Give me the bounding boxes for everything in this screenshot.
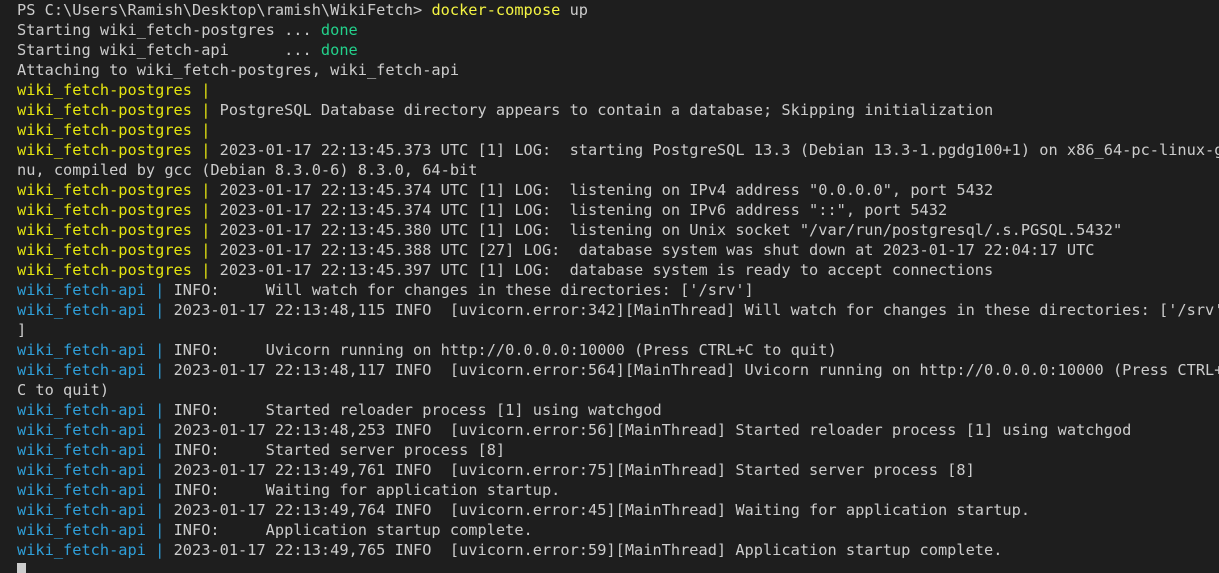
log-line: wiki_fetch-postgres | 2023-01-17 22:13:4…	[17, 200, 1219, 220]
log-service-prefix: wiki_fetch-api |	[17, 401, 165, 419]
log-line: wiki_fetch-api | INFO: Application start…	[17, 520, 1219, 540]
terminal-window[interactable]: PS C:\Users\Ramish\Desktop\ramish\WikiFe…	[0, 0, 1219, 573]
log-service-prefix: wiki_fetch-postgres |	[17, 201, 211, 219]
log-service-prefix: wiki_fetch-api |	[17, 501, 165, 519]
log-output: wiki_fetch-postgres | wiki_fetch-postgres…	[17, 80, 1219, 560]
startup-status: done	[320, 41, 358, 59]
log-line: wiki_fetch-postgres | 2023-01-17 22:13:4…	[17, 140, 1219, 160]
log-line: wiki_fetch-api | 2023-01-17 22:13:49,765…	[17, 540, 1219, 560]
log-message: 2023-01-17 22:13:45.374 UTC [1] LOG: lis…	[210, 201, 948, 219]
log-message: nu, compiled by gcc (Debian 8.3.0-6) 8.3…	[17, 161, 478, 179]
prompt-line: PS C:\Users\Ramish\Desktop\ramish\WikiFe…	[17, 0, 1219, 20]
log-line: wiki_fetch-postgres | PostgreSQL Databas…	[17, 100, 1219, 120]
log-message: INFO: Started reloader process [1] using…	[164, 401, 662, 419]
log-service-prefix: wiki_fetch-postgres |	[17, 121, 211, 139]
startup-line: Starting wiki_fetch-postgres ... done	[17, 20, 1219, 40]
log-message: 2023-01-17 22:13:49,764 INFO [uvicorn.er…	[164, 501, 1031, 519]
log-line: wiki_fetch-postgres | 2023-01-17 22:13:4…	[17, 240, 1219, 260]
log-line: nu, compiled by gcc (Debian 8.3.0-6) 8.3…	[17, 160, 1219, 180]
log-line: wiki_fetch-api | 2023-01-17 22:13:48,117…	[17, 360, 1219, 380]
log-service-prefix: wiki_fetch-postgres |	[17, 261, 211, 279]
log-line: ]	[17, 320, 1219, 340]
prompt-command: docker-compose	[431, 1, 561, 19]
log-service-prefix: wiki_fetch-postgres |	[17, 81, 211, 99]
attaching-line: Attaching to wiki_fetch-postgres, wiki_f…	[17, 61, 460, 79]
log-service-prefix: wiki_fetch-postgres |	[17, 181, 211, 199]
log-line: wiki_fetch-api | INFO: Uvicorn running o…	[17, 340, 1219, 360]
log-service-prefix: wiki_fetch-api |	[17, 301, 165, 319]
log-service-prefix: wiki_fetch-api |	[17, 441, 165, 459]
log-message: 2023-01-17 22:13:48,117 INFO [uvicorn.er…	[164, 361, 1219, 379]
log-line: wiki_fetch-postgres | 2023-01-17 22:13:4…	[17, 180, 1219, 200]
log-service-prefix: wiki_fetch-api |	[17, 541, 165, 559]
startup-text: Starting wiki_fetch-api ...	[17, 41, 321, 59]
log-line: wiki_fetch-api | 2023-01-17 22:13:49,764…	[17, 500, 1219, 520]
log-message: 2023-01-17 22:13:48,253 INFO [uvicorn.er…	[164, 421, 1132, 439]
prompt-argument: up	[560, 1, 589, 19]
log-line: wiki_fetch-api | INFO: Waiting for appli…	[17, 480, 1219, 500]
log-message: 2023-01-17 22:13:45.380 UTC [1] LOG: lis…	[210, 221, 1123, 239]
log-message: INFO: Waiting for application startup.	[164, 481, 561, 499]
startup-text: Starting wiki_fetch-postgres ...	[17, 21, 321, 39]
terminal-cursor	[17, 563, 26, 573]
log-line: wiki_fetch-api | 2023-01-17 22:13:49,761…	[17, 460, 1219, 480]
startup-status: done	[320, 21, 358, 39]
log-message: INFO: Application startup complete.	[164, 521, 533, 539]
log-service-prefix: wiki_fetch-postgres |	[17, 141, 211, 159]
log-service-prefix: wiki_fetch-postgres |	[17, 101, 211, 119]
log-message: INFO: Uvicorn running on http://0.0.0.0:…	[164, 341, 837, 359]
log-line: wiki_fetch-postgres |	[17, 120, 1219, 140]
prompt-path: PS C:\Users\Ramish\Desktop\ramish\WikiFe…	[17, 1, 432, 19]
log-message: C to quit)	[17, 381, 110, 399]
log-message: 2023-01-17 22:13:45.373 UTC [1] LOG: sta…	[210, 141, 1219, 159]
log-service-prefix: wiki_fetch-api |	[17, 341, 165, 359]
log-message: 2023-01-17 22:13:45.388 UTC [27] LOG: da…	[210, 241, 1095, 259]
log-service-prefix: wiki_fetch-api |	[17, 361, 165, 379]
log-message: ]	[17, 321, 27, 339]
log-line: wiki_fetch-api | 2023-01-17 22:13:48,115…	[17, 300, 1219, 320]
log-service-prefix: wiki_fetch-api |	[17, 481, 165, 499]
log-line: wiki_fetch-api | INFO: Will watch for ch…	[17, 280, 1219, 300]
log-message: INFO: Started server process [8]	[164, 441, 506, 459]
startup-line: Starting wiki_fetch-api ... done	[17, 40, 1219, 60]
log-line: wiki_fetch-api | INFO: Started server pr…	[17, 440, 1219, 460]
log-service-prefix: wiki_fetch-api |	[17, 421, 165, 439]
log-message: 2023-01-17 22:13:45.374 UTC [1] LOG: lis…	[210, 181, 994, 199]
log-message: 2023-01-17 22:13:49,765 INFO [uvicorn.er…	[164, 541, 1003, 559]
log-message: 2023-01-17 22:13:45.397 UTC [1] LOG: dat…	[210, 261, 994, 279]
log-line: wiki_fetch-api | 2023-01-17 22:13:48,253…	[17, 420, 1219, 440]
log-service-prefix: wiki_fetch-postgres |	[17, 221, 211, 239]
log-service-prefix: wiki_fetch-api |	[17, 281, 165, 299]
log-message: PostgreSQL Database directory appears to…	[210, 101, 994, 119]
log-message: INFO: Will watch for changes in these di…	[164, 281, 754, 299]
log-line: wiki_fetch-postgres |	[17, 80, 1219, 100]
log-service-prefix: wiki_fetch-postgres |	[17, 241, 211, 259]
log-message: 2023-01-17 22:13:48,115 INFO [uvicorn.er…	[164, 301, 1219, 319]
log-message: 2023-01-17 22:13:49,761 INFO [uvicorn.er…	[164, 461, 975, 479]
log-line: C to quit)	[17, 380, 1219, 400]
cursor-line	[17, 560, 1219, 573]
log-line: wiki_fetch-postgres | 2023-01-17 22:13:4…	[17, 260, 1219, 280]
log-line: wiki_fetch-api | INFO: Started reloader …	[17, 400, 1219, 420]
log-service-prefix: wiki_fetch-api |	[17, 521, 165, 539]
log-service-prefix: wiki_fetch-api |	[17, 461, 165, 479]
log-line: wiki_fetch-postgres | 2023-01-17 22:13:4…	[17, 220, 1219, 240]
